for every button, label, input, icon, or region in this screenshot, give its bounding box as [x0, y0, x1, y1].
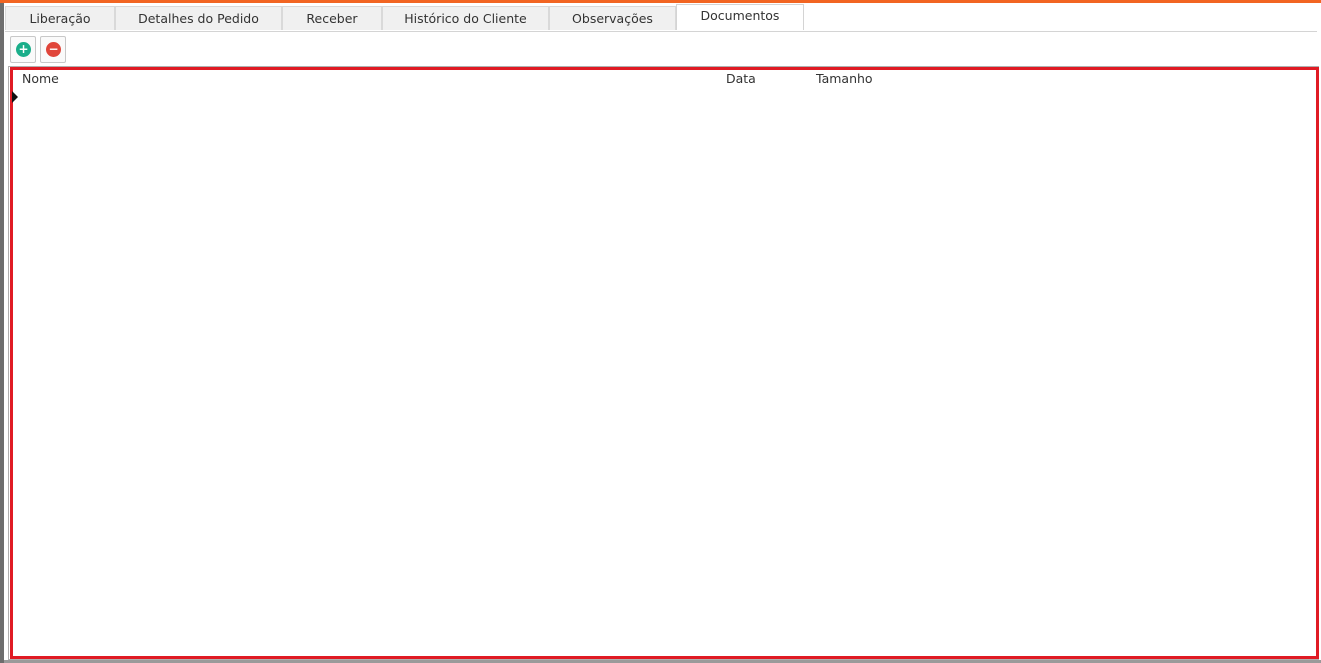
tab-label: Detalhes do Pedido [138, 11, 259, 26]
grid-highlight-frame [10, 67, 1319, 659]
tab-receber[interactable]: Receber [282, 6, 382, 30]
window-left-edge [0, 3, 4, 663]
minus-circle-icon: − [46, 42, 61, 57]
tab-documentos[interactable]: Documentos [676, 4, 804, 30]
column-header-nome[interactable]: Nome [22, 71, 59, 86]
tab-label: Observações [572, 11, 653, 26]
tab-liberacao[interactable]: Liberação [5, 6, 115, 30]
tab-label: Liberação [29, 11, 91, 26]
tab-label: Histórico do Cliente [404, 11, 527, 26]
add-document-button[interactable]: + [10, 36, 36, 63]
tab-detalhes-do-pedido[interactable]: Detalhes do Pedido [115, 6, 282, 30]
documents-toolbar: + − [8, 34, 1317, 66]
tab-label: Documentos [700, 8, 780, 23]
grid-header: Nome Data Tamanho [13, 70, 1313, 88]
tab-label: Receber [306, 11, 358, 26]
top-accent-bar [0, 0, 1321, 3]
column-header-tamanho[interactable]: Tamanho [816, 71, 873, 86]
tab-strip: Liberação Detalhes do Pedido Receber His… [5, 4, 1317, 32]
column-header-data[interactable]: Data [726, 71, 756, 86]
tab-historico-do-cliente[interactable]: Histórico do Cliente [382, 6, 549, 30]
remove-document-button[interactable]: − [40, 36, 66, 63]
plus-circle-icon: + [16, 42, 31, 57]
current-row-indicator-icon [12, 91, 18, 103]
tab-observacoes[interactable]: Observações [549, 6, 676, 30]
